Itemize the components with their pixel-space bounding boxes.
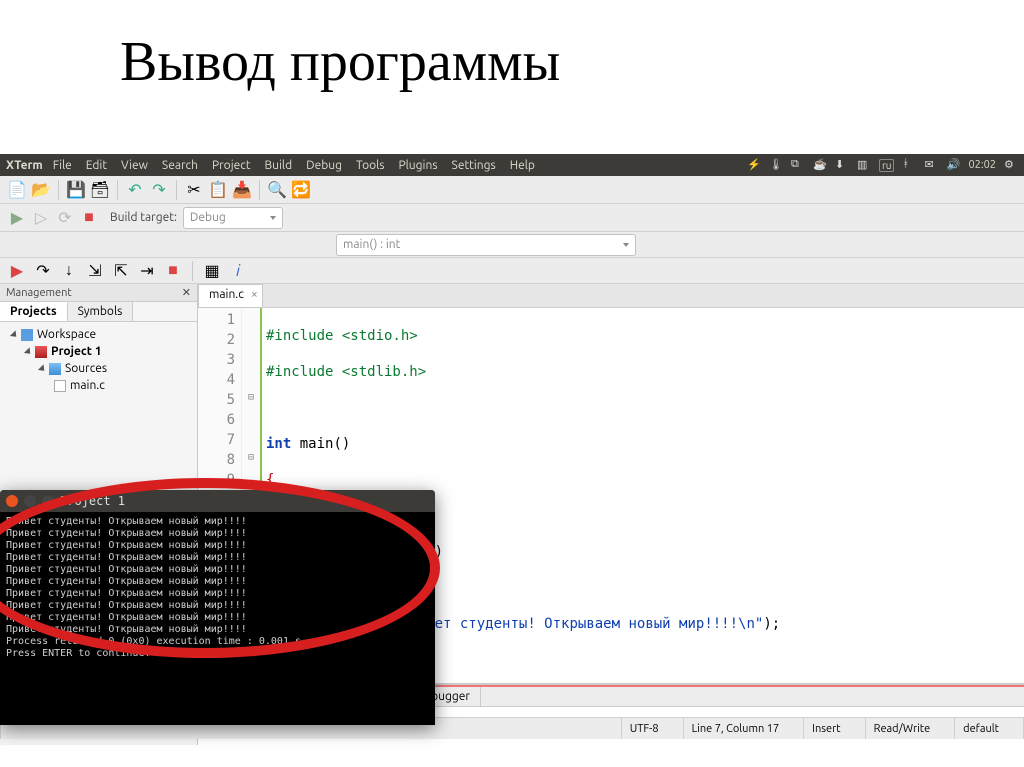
tab-symbols[interactable]: Symbols (68, 302, 134, 321)
debug-stop-icon[interactable]: ■ (162, 260, 184, 282)
tree-file-main-c[interactable]: main.c (4, 377, 193, 394)
tree-sources[interactable]: Sources (4, 360, 193, 377)
download-icon[interactable]: ⬇ (835, 158, 849, 172)
menu-debug[interactable]: Debug (306, 159, 342, 172)
menu-edit[interactable]: Edit (86, 159, 107, 172)
close-panel-icon[interactable]: ✕ (182, 286, 191, 299)
menu-tools[interactable]: Tools (356, 159, 385, 172)
status-readwrite: Read/Write (866, 718, 956, 739)
paste-icon[interactable]: 📥 (231, 179, 253, 201)
find-icon[interactable]: 🔍 (266, 179, 288, 201)
info-icon[interactable]: i (227, 260, 249, 282)
maximize-window-icon[interactable] (42, 495, 54, 507)
debug-continue-icon[interactable]: ↷ (32, 260, 54, 282)
debug-step-in-icon[interactable]: ⇲ (84, 260, 106, 282)
run-to-cursor-icon[interactable]: ▷ (30, 207, 52, 229)
open-icon[interactable]: 📂 (30, 179, 52, 201)
coffee-icon[interactable]: ☕ (813, 158, 827, 172)
management-header: Management ✕ (0, 284, 197, 302)
bluetooth-icon[interactable]: ᚼ (902, 158, 916, 172)
dropbox-icon[interactable]: ⧉ (791, 158, 805, 172)
folder-icon (49, 363, 61, 375)
undo-icon[interactable]: ↶ (124, 179, 146, 201)
debug-step-out-icon[interactable]: ⇱ (110, 260, 132, 282)
project-tree: Workspace Project 1 Sources main.c (0, 322, 197, 398)
toolbar-debug: ▶ ↷ ↓ ⇲ ⇱ ⇥ ■ ▦ i (0, 258, 1024, 284)
save-all-icon[interactable]: 🗃 (89, 179, 111, 201)
messages-icon[interactable]: ✉ (924, 158, 938, 172)
build-target-label: Build target: (110, 211, 177, 224)
system-tray: ⚡ 🌡 ⧉ ☕ ⬇ ▥ ru ᚼ ✉ 🔊 02:02 ⚙ (747, 158, 1018, 172)
temperature-icon[interactable]: 🌡 (769, 158, 783, 172)
new-file-icon[interactable]: 📄 (6, 179, 28, 201)
separator (192, 261, 193, 281)
slide-title: Вывод программы (0, 0, 1024, 124)
editor-tab-main-c[interactable]: main.c (198, 284, 263, 307)
toolbar-main: 📄 📂 💾 🗃 ↶ ↷ ✂ 📋 📥 🔍 🔁 (0, 176, 1024, 204)
copy-icon[interactable]: 📋 (207, 179, 229, 201)
tree-project[interactable]: Project 1 (4, 343, 193, 360)
menu: File Edit View Search Project Build Debu… (53, 159, 747, 172)
status-encoding[interactable]: UTF-8 (622, 718, 684, 739)
power-icon[interactable]: ⚡ (747, 158, 761, 172)
terminal-output[interactable]: Привет студенты! Открываем новый мир!!!!… (0, 512, 435, 664)
debug-windows-icon[interactable]: ▦ (201, 260, 223, 282)
debug-start-icon[interactable]: ▶ (6, 260, 28, 282)
separator (58, 180, 59, 200)
menu-build[interactable]: Build (265, 159, 293, 172)
run-icon[interactable]: ▶ (6, 207, 28, 229)
volume-icon[interactable]: 🔊 (946, 158, 960, 172)
file-icon (54, 380, 66, 392)
toolbar-build: ▶ ▷ ⟳ ■ Build target: Debug (0, 204, 1024, 232)
status-eol[interactable]: default (955, 718, 1024, 739)
cut-icon[interactable]: ✂ (183, 179, 205, 201)
project-icon (35, 346, 47, 358)
save-icon[interactable]: 💾 (65, 179, 87, 201)
separator (117, 180, 118, 200)
redo-icon[interactable]: ↷ (148, 179, 170, 201)
menu-project[interactable]: Project (212, 159, 251, 172)
gear-icon[interactable]: ⚙ (1004, 158, 1018, 172)
toolbar-scope: main() : int (0, 232, 1024, 258)
replace-icon[interactable]: 🔁 (290, 179, 312, 201)
terminal-window[interactable]: Project 1 Привет студенты! Открываем нов… (0, 490, 435, 725)
network-icon[interactable]: ▥ (857, 158, 871, 172)
menu-view[interactable]: View (121, 159, 148, 172)
terminal-title: Project 1 (60, 494, 125, 508)
separator (259, 180, 260, 200)
terminal-titlebar[interactable]: Project 1 (0, 490, 435, 512)
menu-file[interactable]: File (53, 159, 72, 172)
menu-plugins[interactable]: Plugins (398, 159, 437, 172)
minimize-window-icon[interactable] (24, 495, 36, 507)
menu-help[interactable]: Help (510, 159, 535, 172)
tab-projects[interactable]: Projects (0, 302, 68, 321)
build-target-select[interactable]: Debug (183, 207, 283, 229)
menubar: XTerm File Edit View Search Project Buil… (0, 154, 1024, 176)
stop-icon[interactable]: ■ (78, 207, 100, 229)
clock[interactable]: 02:02 (968, 159, 996, 171)
menu-settings[interactable]: Settings (452, 159, 496, 172)
keyboard-layout[interactable]: ru (879, 159, 895, 172)
workspace-icon (21, 329, 33, 341)
debug-step-over-icon[interactable]: ⇥ (136, 260, 158, 282)
window-title: XTerm (6, 159, 43, 172)
status-insert-mode[interactable]: Insert (804, 718, 865, 739)
close-window-icon[interactable] (6, 495, 18, 507)
status-cursor: Line 7, Column 17 (684, 718, 805, 739)
step-icon[interactable]: ⟳ (54, 207, 76, 229)
tree-workspace[interactable]: Workspace (4, 326, 193, 343)
menu-search[interactable]: Search (162, 159, 198, 172)
separator (176, 180, 177, 200)
scope-function-select[interactable]: main() : int (336, 234, 636, 256)
debug-next-icon[interactable]: ↓ (58, 260, 80, 282)
